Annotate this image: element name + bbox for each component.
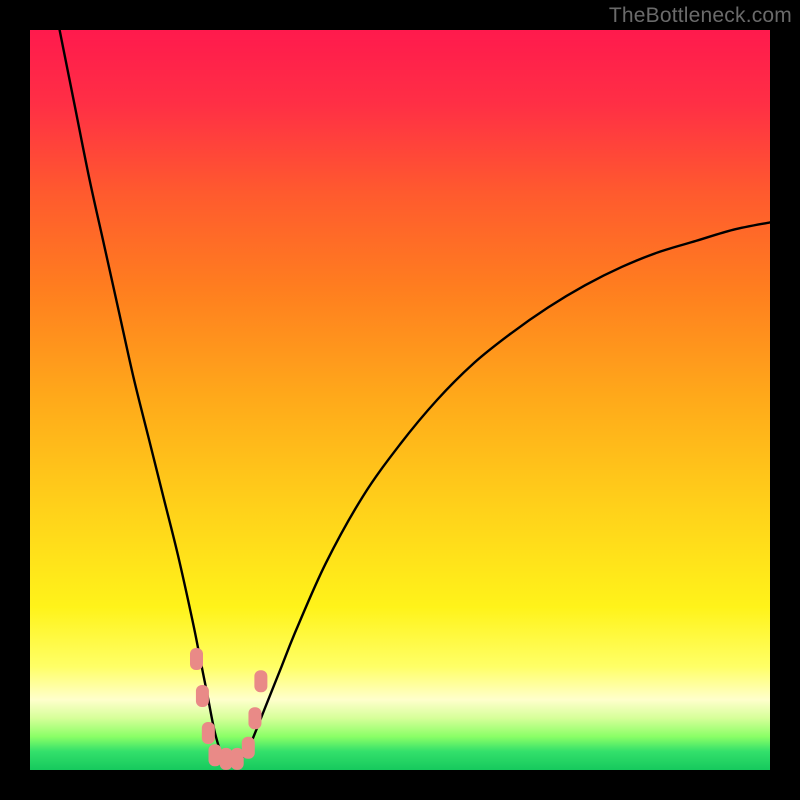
marker-point [190,648,203,670]
watermark-text: TheBottleneck.com [609,4,792,28]
chart-canvas: TheBottleneck.com [0,0,800,800]
marker-point [231,748,244,770]
marker-point [196,685,209,707]
marker-point [254,670,267,692]
gradient-background [30,30,770,770]
marker-point [242,737,255,759]
marker-point [220,748,233,770]
plot-area [30,30,770,770]
marker-point [202,722,215,744]
marker-point [248,707,261,729]
chart-svg [30,30,770,770]
marker-point [209,744,222,766]
